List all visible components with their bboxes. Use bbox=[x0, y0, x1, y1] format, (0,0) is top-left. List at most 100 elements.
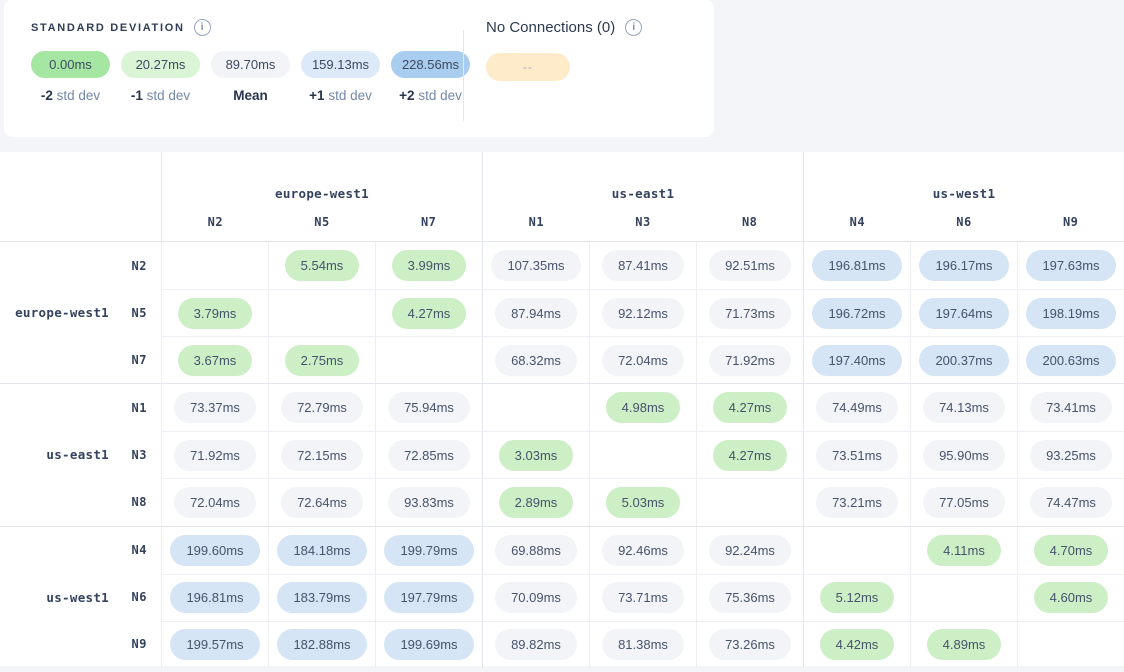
latency-value-pill[interactable]: 196.81ms bbox=[170, 582, 259, 613]
latency-value-pill[interactable]: 3.79ms bbox=[178, 298, 253, 329]
info-icon[interactable]: i bbox=[194, 19, 211, 36]
latency-value-pill[interactable]: 74.13ms bbox=[923, 392, 1005, 423]
latency-value-pill[interactable]: 70.09ms bbox=[495, 582, 577, 613]
matrix-cell: 73.26ms bbox=[696, 622, 803, 668]
latency-value-pill[interactable]: 68.32ms bbox=[495, 345, 577, 376]
matrix-row-group: us-east1N1N3N873.37ms72.79ms75.94ms4.98m… bbox=[0, 383, 1124, 525]
latency-value-pill[interactable]: 196.17ms bbox=[919, 250, 1008, 281]
latency-value-pill[interactable]: 197.40ms bbox=[812, 345, 901, 376]
matrix-cell: 81.38ms bbox=[589, 622, 696, 668]
legend-stop: 89.70msMean bbox=[211, 51, 290, 103]
latency-value-pill[interactable]: 72.64ms bbox=[281, 487, 363, 518]
matrix-cell: 107.35ms bbox=[482, 242, 589, 289]
latency-value-pill[interactable]: 5.12ms bbox=[820, 582, 895, 613]
latency-value-pill[interactable]: 73.51ms bbox=[816, 440, 898, 471]
latency-value-pill[interactable]: 81.38ms bbox=[602, 629, 684, 660]
latency-value-pill[interactable]: 75.94ms bbox=[388, 392, 470, 423]
matrix-row-header: us-west1N4N6N9 bbox=[0, 527, 161, 668]
latency-value-pill[interactable]: 71.92ms bbox=[174, 440, 256, 471]
latency-value-pill[interactable]: 73.37ms bbox=[174, 392, 256, 423]
latency-value-pill[interactable]: 71.92ms bbox=[709, 345, 791, 376]
latency-value-pill[interactable]: 196.81ms bbox=[812, 250, 901, 281]
latency-value-pill[interactable]: 74.49ms bbox=[816, 392, 898, 423]
latency-value-pill[interactable]: 184.18ms bbox=[277, 535, 366, 566]
column-node-label: N3 bbox=[590, 215, 697, 229]
latency-value-pill[interactable]: 92.46ms bbox=[602, 535, 684, 566]
latency-value-pill[interactable]: 4.89ms bbox=[927, 629, 1002, 660]
latency-value-pill[interactable]: 2.89ms bbox=[499, 487, 574, 518]
latency-value-pill[interactable]: 87.94ms bbox=[495, 298, 577, 329]
latency-value-pill[interactable]: 75.36ms bbox=[709, 582, 791, 613]
matrix-cell: 71.92ms bbox=[161, 432, 268, 478]
latency-value-pill[interactable]: 3.99ms bbox=[392, 250, 467, 281]
latency-value-pill[interactable]: 73.21ms bbox=[816, 487, 898, 518]
latency-value-pill[interactable]: 197.64ms bbox=[919, 298, 1008, 329]
latency-value-pill[interactable]: 73.41ms bbox=[1030, 392, 1112, 423]
latency-value-pill[interactable]: 77.05ms bbox=[923, 487, 1005, 518]
latency-value-pill[interactable]: 95.90ms bbox=[923, 440, 1005, 471]
matrix-cell: 72.85ms bbox=[375, 432, 482, 478]
latency-value-pill[interactable]: 4.60ms bbox=[1034, 582, 1109, 613]
latency-value-pill[interactable]: 199.60ms bbox=[170, 535, 259, 566]
legend-stop: 20.27ms-1 std dev bbox=[121, 51, 200, 103]
latency-value-pill[interactable]: 72.85ms bbox=[388, 440, 470, 471]
matrix-cell: 4.27ms bbox=[696, 432, 803, 478]
latency-value-pill[interactable]: 89.82ms bbox=[495, 629, 577, 660]
latency-value-pill[interactable]: 2.75ms bbox=[285, 345, 360, 376]
latency-value-pill[interactable]: 73.26ms bbox=[709, 629, 791, 660]
legend-stop-label-text: std dev bbox=[143, 88, 190, 103]
latency-value-pill[interactable]: 4.70ms bbox=[1034, 535, 1109, 566]
latency-value-pill[interactable]: 200.63ms bbox=[1026, 345, 1115, 376]
matrix-cell: 4.27ms bbox=[375, 290, 482, 336]
latency-value-pill[interactable]: 87.41ms bbox=[602, 250, 684, 281]
latency-value-pill[interactable]: 4.27ms bbox=[713, 392, 788, 423]
latency-value-pill[interactable]: 72.04ms bbox=[602, 345, 684, 376]
latency-value-pill[interactable]: 183.79ms bbox=[277, 582, 366, 613]
matrix-cell: 199.60ms bbox=[161, 527, 268, 574]
latency-value-pill[interactable]: 3.67ms bbox=[178, 345, 253, 376]
latency-value-pill[interactable]: 4.42ms bbox=[820, 629, 895, 660]
latency-value-pill[interactable]: 199.57ms bbox=[170, 629, 259, 660]
legend-panel: STANDARD DEVIATION i 0.00ms-2 std dev20.… bbox=[4, 0, 714, 137]
latency-value-pill[interactable]: 92.24ms bbox=[709, 535, 791, 566]
info-icon[interactable]: i bbox=[625, 19, 642, 36]
latency-value-pill[interactable]: 182.88ms bbox=[277, 629, 366, 660]
latency-value-pill[interactable]: 71.73ms bbox=[709, 298, 791, 329]
latency-value-pill[interactable]: 74.47ms bbox=[1030, 487, 1112, 518]
latency-value-pill[interactable]: 3.03ms bbox=[499, 440, 574, 471]
latency-value-pill[interactable]: 199.69ms bbox=[384, 629, 473, 660]
latency-value-pill[interactable]: 197.79ms bbox=[384, 582, 473, 613]
latency-value-pill[interactable]: 92.12ms bbox=[602, 298, 684, 329]
latency-value-pill[interactable]: 4.98ms bbox=[606, 392, 681, 423]
latency-value-pill[interactable]: 107.35ms bbox=[491, 250, 580, 281]
legend-stop: 0.00ms-2 std dev bbox=[31, 51, 110, 103]
latency-value-pill[interactable]: 72.79ms bbox=[281, 392, 363, 423]
latency-value-pill[interactable]: 73.71ms bbox=[602, 582, 684, 613]
latency-value-pill[interactable]: 4.27ms bbox=[713, 440, 788, 471]
latency-value-pill[interactable]: 196.72ms bbox=[812, 298, 901, 329]
latency-value-pill[interactable]: 5.03ms bbox=[606, 487, 681, 518]
latency-value-pill[interactable]: 198.19ms bbox=[1026, 298, 1115, 329]
latency-value-pill[interactable]: 92.51ms bbox=[709, 250, 791, 281]
latency-value-pill[interactable]: 72.15ms bbox=[281, 440, 363, 471]
latency-value-pill[interactable]: 72.04ms bbox=[174, 487, 256, 518]
legend-stop-label: -1 std dev bbox=[131, 88, 190, 103]
latency-value-pill[interactable]: 93.83ms bbox=[388, 487, 470, 518]
matrix-row-group: us-west1N4N6N9 199.60ms 184.18ms 199.79ms 69… bbox=[0, 526, 1124, 668]
matrix-cell bbox=[375, 337, 482, 383]
latency-value-pill[interactable]: 93.25ms bbox=[1030, 440, 1112, 471]
matrix-cell: 72.04ms bbox=[589, 337, 696, 383]
latency-value-pill[interactable]: 5.54ms bbox=[285, 250, 360, 281]
latency-value-pill[interactable]: 69.88ms bbox=[495, 535, 577, 566]
matrix-cell bbox=[803, 527, 910, 574]
no-connections-section: No Connections (0) i -- bbox=[464, 0, 642, 137]
latency-value-pill[interactable]: 4.27ms bbox=[392, 298, 467, 329]
column-node-label: N9 bbox=[1017, 215, 1124, 229]
column-node-label: N7 bbox=[375, 215, 482, 229]
latency-value-pill[interactable]: 200.37ms bbox=[919, 345, 1008, 376]
latency-value-pill[interactable]: 4.11ms bbox=[927, 535, 1001, 566]
latency-value-pill[interactable]: 199.79ms bbox=[384, 535, 473, 566]
matrix-row: 72.04ms 72.64ms 93.83ms 2.89ms 5.03ms 73.21ms… bbox=[161, 478, 1124, 525]
latency-value-pill[interactable]: 197.63ms bbox=[1026, 250, 1115, 281]
matrix-cell: 182.88ms bbox=[268, 622, 375, 668]
